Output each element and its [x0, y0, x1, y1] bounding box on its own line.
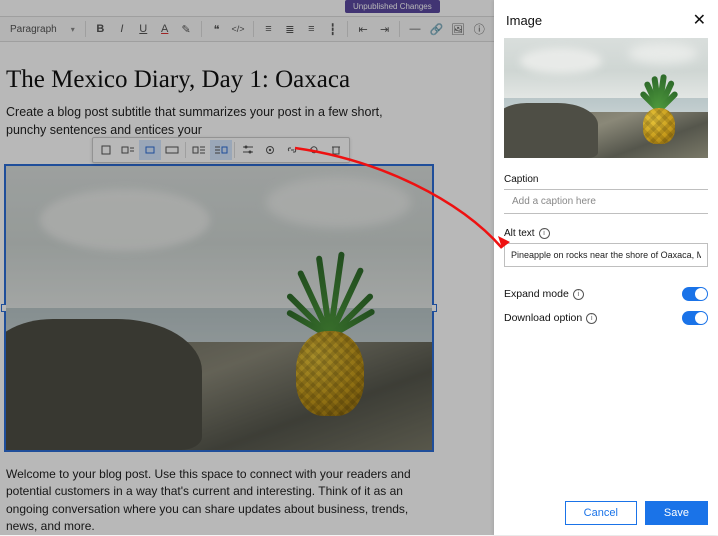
img-align-none-icon[interactable]: [95, 140, 117, 160]
img-link-icon[interactable]: [281, 140, 303, 160]
panel-title: Image: [506, 13, 542, 28]
download-option-toggle[interactable]: [682, 311, 708, 325]
image-icon[interactable]: 🖼: [449, 20, 466, 38]
list-number-icon[interactable]: ≣: [281, 20, 298, 38]
image-thumbnail[interactable]: [504, 38, 708, 158]
img-delete-icon[interactable]: [325, 140, 347, 160]
caption-input[interactable]: [504, 189, 708, 214]
save-button[interactable]: Save: [645, 501, 708, 525]
info-icon[interactable]: i: [539, 228, 550, 239]
img-float-right-icon[interactable]: [210, 140, 232, 160]
indent-left-icon[interactable]: ⇤: [354, 20, 371, 38]
list-bullet-icon[interactable]: ≡: [260, 20, 277, 38]
editor-area: Unpublished Changes Paragraph B I U A ✎ …: [0, 0, 494, 535]
info-icon[interactable]: i: [573, 289, 584, 300]
expand-mode-label: Expand mode: [504, 288, 569, 300]
indent-right-icon[interactable]: ⇥: [376, 20, 393, 38]
caption-label: Caption: [504, 174, 708, 185]
line-height-icon[interactable]: ┇: [324, 20, 341, 38]
alt-text-label: Alt text: [504, 228, 535, 239]
image-floating-toolbar: [92, 137, 350, 163]
text-color-icon[interactable]: A: [156, 20, 173, 38]
download-option-label: Download option: [504, 312, 582, 324]
img-reset-icon[interactable]: [303, 140, 325, 160]
post-title[interactable]: The Mexico Diary, Day 1: Oaxaca: [6, 66, 488, 94]
underline-icon[interactable]: U: [135, 20, 152, 38]
link-icon[interactable]: 🔗: [428, 20, 445, 38]
close-icon[interactable]: ✕: [693, 10, 706, 30]
img-align-left-icon[interactable]: [117, 140, 139, 160]
format-toolbar: Paragraph B I U A ✎ ❝ </> ≡ ≣ ≡ ┇ ⇤ ⇥ — …: [0, 16, 494, 42]
alt-text-input[interactable]: [504, 243, 708, 267]
img-align-center-icon[interactable]: [139, 140, 161, 160]
image-settings-panel: Image ✕ Caption Alt text: [494, 0, 718, 535]
post-body[interactable]: Welcome to your blog post. Use this spac…: [6, 466, 436, 536]
italic-icon[interactable]: I: [113, 20, 130, 38]
img-gear-icon[interactable]: [259, 140, 281, 160]
highlight-icon[interactable]: ✎: [177, 20, 194, 38]
code-icon[interactable]: </>: [229, 20, 246, 38]
hr-icon[interactable]: —: [406, 20, 423, 38]
img-float-left-icon[interactable]: [188, 140, 210, 160]
bold-icon[interactable]: B: [92, 20, 109, 38]
selected-image[interactable]: [4, 164, 434, 452]
img-align-full-icon[interactable]: [161, 140, 183, 160]
image-content: [6, 166, 432, 450]
unpublished-changes-badge: Unpublished Changes: [345, 0, 440, 13]
align-icon[interactable]: ≡: [303, 20, 320, 38]
img-settings-icon[interactable]: [237, 140, 259, 160]
info-icon[interactable]: ⓘ: [471, 20, 488, 38]
paragraph-style-select[interactable]: Paragraph: [6, 22, 79, 37]
post-subtitle[interactable]: Create a blog post subtitle that summari…: [6, 104, 426, 139]
expand-mode-toggle[interactable]: [682, 287, 708, 301]
quote-icon[interactable]: ❝: [208, 20, 225, 38]
info-icon[interactable]: i: [586, 313, 597, 324]
cancel-button[interactable]: Cancel: [565, 501, 637, 525]
